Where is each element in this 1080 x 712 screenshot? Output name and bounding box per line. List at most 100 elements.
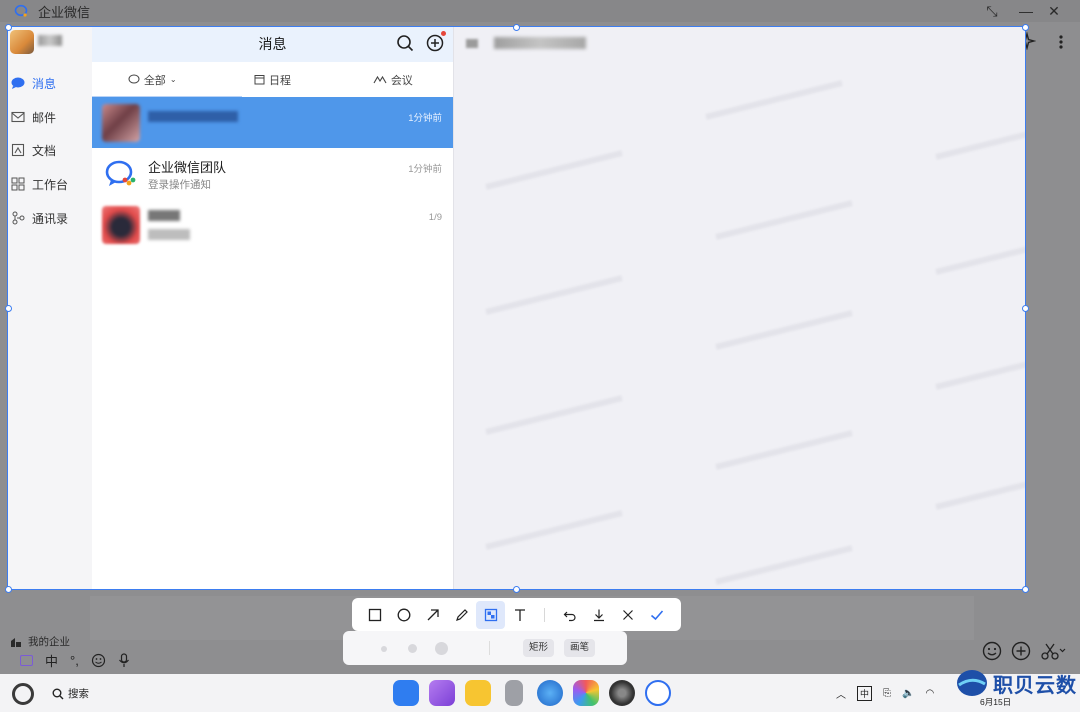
confirm-button[interactable]	[642, 601, 671, 629]
volume-icon[interactable]: 🔈	[902, 688, 914, 699]
nav-item-label: 通讯录	[32, 211, 69, 226]
more-options-icon[interactable]	[1057, 34, 1065, 50]
avatar	[102, 104, 140, 142]
settings-app-icon[interactable]	[609, 680, 635, 706]
resize-handle[interactable]	[1022, 586, 1029, 593]
restore-icon[interactable]: ⤡	[981, 1, 1003, 21]
emoji-icon[interactable]	[982, 641, 1002, 661]
search-icon[interactable]	[394, 32, 416, 54]
nav-item-label: 工作台	[32, 177, 69, 192]
my-company-link[interactable]: 我的企业	[10, 634, 70, 649]
rectangle-tool[interactable]	[360, 601, 389, 629]
brand-text: 职贝云数	[993, 674, 1077, 697]
conversation-item[interactable]: 1/9	[92, 199, 453, 250]
taskbar-search[interactable]: 搜索	[52, 686, 89, 701]
avatar	[102, 206, 140, 244]
filter-label: 会议	[390, 74, 413, 87]
chevron-up-icon[interactable]: ︿	[836, 686, 846, 701]
arrow-icon	[427, 608, 439, 620]
text-icon	[514, 608, 525, 621]
conversation-item[interactable]: 企业微信团队 登录操作通知 1分钟前	[92, 148, 453, 199]
contacts-icon	[12, 211, 25, 225]
filter-schedule[interactable]: 日程	[212, 62, 332, 97]
mosaic-rectangle-option[interactable]: 矩形	[523, 639, 555, 657]
nav-item-label: 邮件	[32, 110, 57, 125]
trash-icon[interactable]	[505, 680, 523, 706]
stroke-size-medium[interactable]	[408, 644, 417, 653]
resize-handle[interactable]	[1022, 305, 1029, 312]
grid-icon	[11, 177, 25, 191]
resize-handle[interactable]	[513, 24, 520, 31]
clipboard-icon[interactable]: ⎘	[883, 688, 891, 699]
wifi-icon[interactable]: ◠	[925, 688, 934, 699]
watermark	[935, 235, 1025, 275]
chat-tools	[982, 641, 1066, 661]
watermark	[715, 200, 853, 240]
close-icon	[622, 609, 633, 620]
mosaic-brush-option[interactable]: 画笔	[564, 639, 596, 657]
multitask-app-icon[interactable]	[429, 680, 455, 706]
ime-logo-icon[interactable]	[20, 655, 33, 666]
minimize-icon[interactable]: —	[1015, 1, 1037, 21]
tool-options-bar: 矩形 画笔	[343, 631, 627, 665]
resize-handle[interactable]	[5, 586, 12, 593]
close-icon[interactable]: ✕	[1043, 1, 1065, 21]
pen-tool[interactable]	[447, 601, 476, 629]
files-app-icon[interactable]	[465, 680, 491, 706]
add-circle-icon[interactable]	[1011, 641, 1031, 661]
ime-language[interactable]: 中	[45, 651, 58, 670]
undo-button[interactable]	[555, 601, 584, 629]
microphone-icon[interactable]	[118, 653, 130, 668]
nav-item-mail[interactable]: 邮件	[8, 105, 92, 129]
brand-logo-icon	[957, 670, 987, 696]
scissors-icon[interactable]	[1040, 641, 1066, 661]
stroke-size-large[interactable]	[435, 642, 448, 655]
browser-app-icon[interactable]	[537, 680, 563, 706]
emoji-icon[interactable]	[91, 653, 106, 668]
conversation-time: 1分钟前	[408, 164, 442, 175]
nav-item-workbench[interactable]: 工作台	[8, 172, 92, 196]
cancel-button[interactable]	[613, 601, 642, 629]
message-list-panel: 消息 全部 ⌄ 日程 会议 1分钟前 企业微信团队 登录操作通知 1分钟前 1/…	[92, 27, 453, 589]
dock	[393, 680, 671, 706]
window-title-bar: 企业微信 ⤡ — ✕	[0, 0, 1080, 22]
resize-handle[interactable]	[5, 24, 12, 31]
download-button[interactable]	[584, 601, 613, 629]
text-tool[interactable]	[505, 601, 534, 629]
conversation-time: 1分钟前	[408, 113, 442, 124]
undo-icon	[563, 611, 576, 621]
message-icon	[11, 77, 25, 89]
circle-icon	[397, 608, 410, 621]
tray-ime[interactable]: 中	[857, 686, 873, 701]
watermark	[715, 545, 853, 585]
nav-item-docs[interactable]: 文档	[8, 138, 92, 162]
conversation-time: 1/9	[428, 212, 442, 223]
app-launcher-icon[interactable]	[393, 680, 419, 706]
resize-handle[interactable]	[5, 305, 12, 312]
options-divider	[489, 641, 490, 655]
conversation-name: 企业微信团队	[148, 160, 227, 175]
watermark	[715, 430, 853, 470]
filter-all[interactable]: 全部 ⌄	[92, 62, 212, 97]
resize-handle[interactable]	[513, 586, 520, 593]
watermark	[485, 150, 623, 190]
conversation-name-blurred	[148, 111, 238, 122]
start-button[interactable]	[12, 683, 34, 705]
circle-tool[interactable]	[389, 601, 418, 629]
conversation-item[interactable]: 1分钟前	[92, 97, 453, 148]
photos-app-icon[interactable]	[573, 680, 599, 706]
watermark	[485, 395, 623, 435]
screenshot-selection[interactable]: 消息 邮件 文档 工作台 通讯录 消息 全部 ⌄ 日程 会议 1分钟前 企业微信…	[7, 26, 1026, 590]
wecom-app-icon[interactable]	[645, 680, 671, 706]
rectangle-icon	[368, 608, 381, 621]
ime-punctuation[interactable]: °,	[70, 653, 79, 668]
resize-handle[interactable]	[1022, 24, 1029, 31]
arrow-tool[interactable]	[418, 601, 447, 629]
stroke-size-small[interactable]	[381, 646, 387, 652]
nav-item-contacts[interactable]: 通讯录	[8, 206, 92, 230]
document-icon	[11, 143, 25, 157]
nav-item-messages[interactable]: 消息	[8, 71, 92, 95]
avatar[interactable]	[10, 30, 34, 54]
filter-meeting[interactable]: 会议	[333, 62, 453, 97]
mosaic-tool[interactable]	[476, 600, 505, 629]
